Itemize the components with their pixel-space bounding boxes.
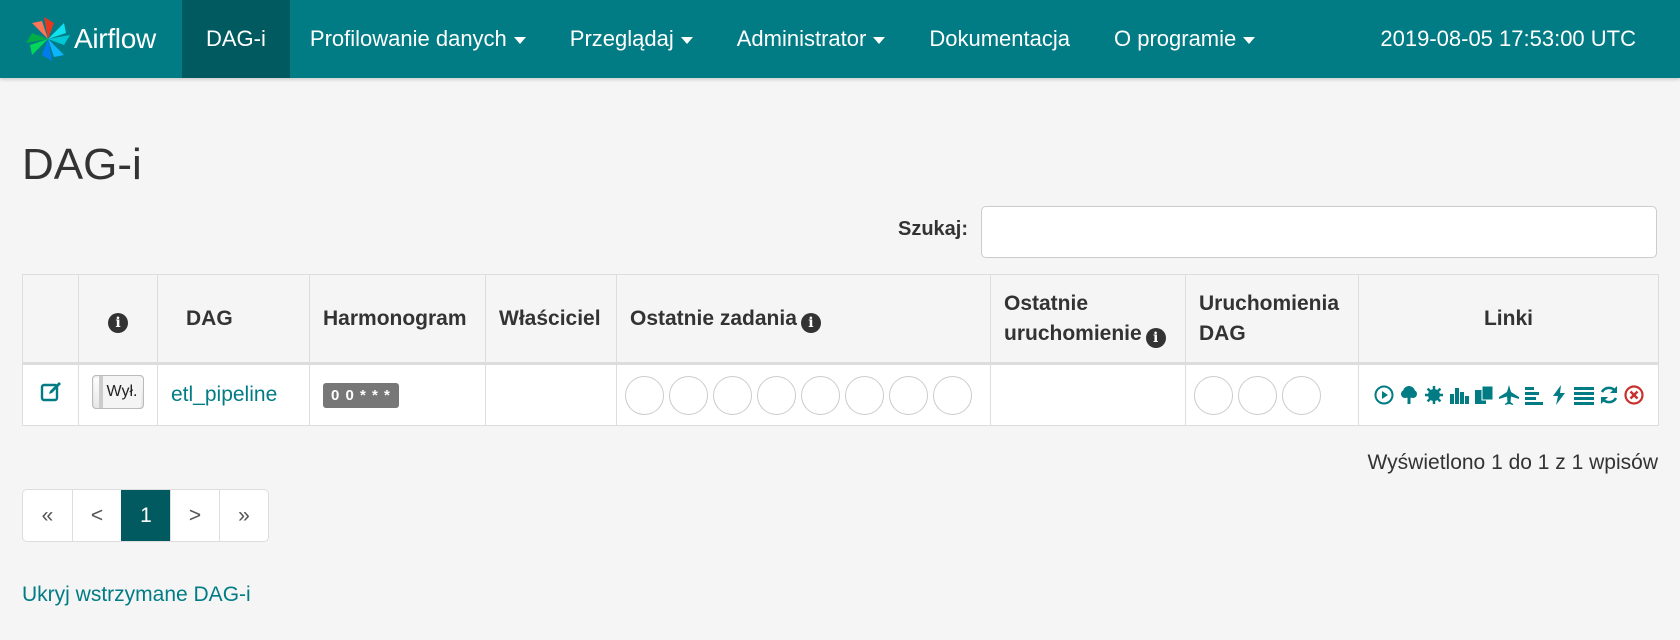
info-icon[interactable]: i (800, 312, 821, 333)
header-links-label: Linki (1483, 306, 1533, 330)
header-owner-label: Właściciel (499, 306, 601, 330)
nav-docs[interactable]: Dokumentacja (885, 0, 1070, 78)
task-status-circle[interactable] (713, 375, 752, 415)
nav-dags-label: DAG-i (206, 26, 266, 51)
tree-view-icon[interactable] (1398, 384, 1420, 406)
caret-down-icon (1243, 36, 1256, 44)
task-status-circle[interactable] (669, 375, 708, 415)
search-input[interactable] (981, 206, 1657, 258)
last-run-cell (990, 363, 1186, 426)
header-edit (22, 274, 79, 365)
edit-cell (22, 363, 79, 426)
dag-table: i DAG Harmonogram Właściciel Ostatnie za… (22, 274, 1659, 426)
schedule-cell: 0 0 * * * (309, 363, 486, 426)
logs-icon[interactable] (1573, 384, 1595, 406)
refresh-icon[interactable] (1598, 384, 1620, 406)
info-icon[interactable]: i (1145, 327, 1166, 348)
page-first-button[interactable]: « (23, 490, 72, 541)
dag-run-status-circle[interactable] (1194, 375, 1233, 415)
code-view-icon[interactable] (1548, 384, 1570, 406)
owner-cell (485, 363, 617, 426)
recent-tasks-cell (616, 363, 991, 426)
page-prev-button[interactable]: < (72, 490, 121, 541)
schedule-badge: 0 0 * * * (323, 383, 399, 408)
gantt-icon[interactable] (1523, 384, 1545, 406)
header-recent-tasks-label: Ostatnie zadania (630, 306, 797, 330)
page-current-button[interactable]: 1 (121, 490, 170, 541)
task-status-circle[interactable] (889, 375, 928, 415)
trigger-dag-icon[interactable] (1373, 384, 1395, 406)
dag-run-status-circle[interactable] (1238, 375, 1277, 415)
search-label: Szukaj: (898, 218, 969, 240)
task-status-circle[interactable] (933, 375, 972, 415)
dag-run-status-circle[interactable] (1282, 375, 1321, 415)
toggle-label: Wył. (99, 376, 141, 408)
navbar: Airflow DAG-i Profilowanie danych Przegl… (0, 0, 1680, 78)
dag-pause-toggle[interactable]: Wył. (92, 375, 144, 409)
nav-admin[interactable]: Administrator (693, 0, 886, 78)
nav-dags[interactable]: DAG-i (182, 0, 290, 78)
page-title: DAG-i (22, 140, 142, 189)
nav-about[interactable]: O programie (1070, 0, 1256, 78)
page-last-button[interactable]: » (219, 490, 268, 541)
nav-about-label: O programie (1113, 26, 1237, 51)
nav-browse-label: Przeglądaj (569, 26, 674, 51)
page-next-button[interactable]: > (170, 490, 219, 541)
caret-down-icon (680, 36, 693, 44)
task-status-circle[interactable] (625, 375, 664, 415)
header-schedule[interactable]: Harmonogram (309, 274, 486, 365)
nav-admin-label: Administrator (736, 26, 867, 51)
header-dag-runs: Uruchomienia DAG (1185, 274, 1359, 365)
dag-id-cell: etl_pipeline (157, 363, 310, 426)
task-status-circle[interactable] (757, 375, 796, 415)
recent-tasks-status (625, 375, 982, 415)
header-owner[interactable]: Właściciel (485, 274, 617, 365)
info-icon: i (108, 312, 128, 333)
caret-down-icon (513, 36, 526, 44)
delete-icon[interactable] (1623, 384, 1645, 406)
edit-icon[interactable] (39, 380, 63, 404)
nav-docs-label: Dokumentacja (929, 26, 1070, 51)
nav-browse[interactable]: Przeglądaj (526, 0, 693, 78)
dag-runs-status (1194, 375, 1350, 415)
task-tries-icon[interactable] (1473, 384, 1495, 406)
dag-runs-cell (1185, 363, 1359, 426)
header-last-run[interactable]: Ostatnie uruchomienie i (990, 274, 1186, 365)
nav-data-profiling[interactable]: Profilowanie danych (290, 0, 526, 78)
toggle-cell: Wył. (78, 363, 158, 426)
links-cell (1358, 363, 1659, 426)
header-info[interactable]: i (78, 274, 158, 365)
utc-clock: 2019-08-05 17:53:00 UTC (1380, 26, 1636, 51)
header-dag[interactable]: DAG (157, 274, 310, 365)
task-duration-icon[interactable] (1448, 384, 1470, 406)
header-dag-runs-label: Uruchomienia DAG (1199, 291, 1340, 345)
dag-links (1372, 384, 1645, 406)
caret-down-icon (873, 36, 886, 44)
table-info: Wyświetlono 1 do 1 z 1 wpisów (1367, 451, 1658, 474)
table-row: Wył. etl_pipeline 0 0 * * * (22, 363, 1659, 426)
header-schedule-label: Harmonogram (323, 306, 467, 330)
task-status-circle[interactable] (801, 375, 840, 415)
table-header-row: i DAG Harmonogram Właściciel Ostatnie za… (22, 274, 1659, 365)
brand-name: Airflow (74, 23, 156, 54)
landing-times-icon[interactable] (1498, 384, 1520, 406)
nav-data-profiling-label: Profilowanie danych (309, 26, 507, 51)
airflow-logo-icon (26, 17, 70, 61)
header-recent-tasks: Ostatnie zadania i (616, 274, 991, 365)
header-links: Linki (1358, 274, 1659, 365)
airflow-brand[interactable]: Airflow (0, 0, 182, 78)
pagination: « < 1 > » (22, 489, 269, 542)
dag-link[interactable]: etl_pipeline (171, 383, 277, 406)
task-status-circle[interactable] (845, 375, 884, 415)
header-dag-label: DAG (186, 306, 233, 330)
hide-paused-dags-link[interactable]: Ukryj wstrzymane DAG-i (22, 583, 251, 607)
graph-view-icon[interactable] (1423, 384, 1445, 406)
header-last-run-label: Ostatnie uruchomienie (1004, 291, 1142, 345)
